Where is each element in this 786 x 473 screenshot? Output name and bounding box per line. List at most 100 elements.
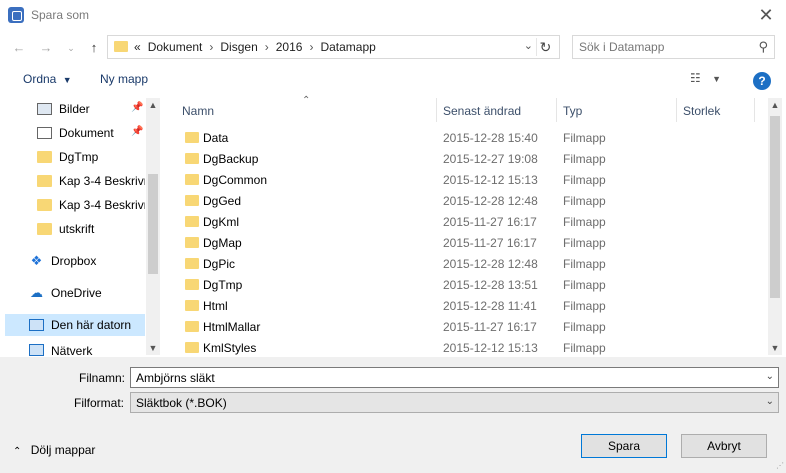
new-folder-button[interactable]: Ny mapp [100, 72, 148, 86]
nav-pane-scrollbar[interactable]: ▲ ▼ [146, 98, 160, 355]
recent-dropdown-icon[interactable]: ⌄ [62, 39, 80, 57]
nav-item-label: OneDrive [51, 286, 102, 300]
nav-item-onedrive[interactable]: ☁ OneDrive [5, 282, 145, 304]
file-row[interactable]: KmlStyles 2015-12-12 15:13 Filmapp [176, 338, 766, 359]
nav-item-kap-3-4-a[interactable]: Kap 3-4 Beskrivn [5, 170, 145, 192]
file-name: Html [203, 299, 228, 313]
file-row[interactable]: DgCommon 2015-12-12 15:13 Filmapp [176, 170, 766, 191]
folder-icon [37, 223, 52, 235]
folder-icon [37, 151, 52, 163]
breadcrumb-separator-icon[interactable]: › [309, 40, 313, 54]
column-divider[interactable] [754, 98, 755, 122]
onedrive-icon: ☁ [30, 285, 43, 300]
folder-icon [185, 342, 199, 353]
search-input[interactable] [579, 39, 749, 55]
save-button[interactable]: Spara [581, 434, 667, 458]
file-row[interactable]: Html 2015-12-28 11:41 Filmapp [176, 296, 766, 317]
breadcrumb-separator-icon[interactable]: › [209, 40, 213, 54]
file-row[interactable]: DgMap 2015-11-27 16:17 Filmapp [176, 233, 766, 254]
address-bar[interactable]: « Dokument › Disgen › 2016 › Datamapp ⌄ … [107, 35, 560, 59]
file-type: Filmapp [563, 299, 606, 313]
scroll-up-icon[interactable]: ▲ [770, 100, 780, 110]
file-type: Filmapp [563, 278, 606, 292]
column-divider[interactable] [436, 98, 437, 122]
file-row[interactable]: HtmlMallar 2015-11-27 16:17 Filmapp [176, 317, 766, 338]
breadcrumb-item[interactable]: 2016 [276, 40, 303, 54]
nav-item-dokument[interactable]: Dokument 📌 [5, 122, 145, 144]
forward-arrow-icon[interactable]: → [37, 39, 55, 57]
breadcrumb-item[interactable]: Disgen [220, 40, 257, 54]
column-header-size[interactable]: Storlek [683, 98, 720, 122]
file-type: Filmapp [563, 257, 606, 271]
file-row[interactable]: DgKml 2015-11-27 16:17 Filmapp [176, 212, 766, 233]
cancel-button[interactable]: Avbryt [681, 434, 767, 458]
nav-item-den-har-datorn[interactable]: Den här datorn [5, 314, 145, 336]
file-name: DgKml [203, 215, 240, 229]
chevron-down-icon[interactable]: ⌄ [766, 371, 774, 382]
folder-icon [185, 132, 199, 143]
folder-icon [185, 195, 199, 206]
folder-icon [37, 199, 52, 211]
file-name: DgTmp [203, 278, 243, 292]
resize-grip-icon[interactable]: ⋰ [776, 461, 784, 470]
scroll-down-icon[interactable]: ▼ [770, 343, 780, 353]
nav-item-dgtmp[interactable]: DgTmp [5, 146, 145, 168]
file-row[interactable]: DgPic 2015-12-28 12:48 Filmapp [176, 254, 766, 275]
scroll-up-icon[interactable]: ▲ [148, 100, 158, 110]
file-type: Filmapp [563, 173, 606, 187]
breadcrumb-item[interactable]: Dokument [148, 40, 203, 54]
file-row[interactable]: DgTmp 2015-12-28 13:51 Filmapp [176, 275, 766, 296]
folder-icon [185, 321, 199, 332]
navigation-bar: ← → ⌄ ↑ « Dokument › Disgen › 2016 › Dat… [0, 33, 786, 63]
chevron-down-icon: ▼ [712, 74, 722, 84]
chevron-up-icon: ⌃ [13, 446, 22, 457]
file-name: DgPic [203, 257, 236, 271]
file-name: DgGed [203, 194, 242, 208]
breadcrumb-overflow[interactable]: « [134, 40, 141, 54]
scrollbar-thumb[interactable] [148, 174, 158, 274]
nav-item-dropbox[interactable]: ❖ Dropbox [5, 250, 145, 272]
file-list-scrollbar[interactable]: ▲ ▼ [768, 98, 782, 355]
folder-icon [37, 175, 52, 187]
breadcrumb-separator-icon[interactable]: › [265, 40, 269, 54]
refresh-icon[interactable]: ↻ [536, 38, 554, 56]
column-header-name[interactable]: Namn [182, 98, 214, 122]
nav-item-bilder[interactable]: Bilder 📌 [5, 98, 145, 120]
nav-item-label: Kap 3-4 Beskrivn [59, 198, 145, 212]
search-icon[interactable]: ⚲ [758, 39, 768, 55]
view-options-button[interactable]: ☷ ▼ [690, 71, 730, 91]
file-type: Filmapp [563, 194, 606, 208]
nav-item-utskrift[interactable]: utskrift [5, 218, 145, 240]
hide-folders-label: Dölj mappar [30, 443, 96, 457]
organize-button[interactable]: Ordna ▼ [23, 72, 72, 86]
breadcrumb-item[interactable]: Datamapp [320, 40, 375, 54]
file-row[interactable]: DgGed 2015-12-28 12:48 Filmapp [176, 191, 766, 212]
chevron-down-icon[interactable]: ⌄ [524, 39, 533, 52]
folder-icon [185, 258, 199, 269]
back-arrow-icon[interactable]: ← [10, 39, 28, 57]
organize-label: Ordna [23, 72, 57, 86]
column-divider[interactable] [676, 98, 677, 122]
window-title: Spara som [31, 8, 90, 22]
column-header-type[interactable]: Typ [563, 98, 582, 122]
scrollbar-thumb[interactable] [770, 116, 780, 298]
file-row[interactable]: DgBackup 2015-12-27 19:08 Filmapp [176, 149, 766, 170]
pictures-icon [37, 103, 52, 115]
column-header-modified[interactable]: Senast ändrad [443, 98, 521, 122]
filename-value: Ambjörns släkt [136, 371, 215, 385]
column-divider[interactable] [556, 98, 557, 122]
file-row[interactable]: Data 2015-12-28 15:40 Filmapp [176, 128, 766, 149]
scroll-down-icon[interactable]: ▼ [148, 343, 158, 353]
folder-icon [114, 41, 128, 52]
close-icon[interactable]: ✕ [746, 0, 786, 31]
up-arrow-icon[interactable]: ↑ [85, 39, 103, 57]
chevron-down-icon: ▼ [62, 75, 72, 85]
filename-field[interactable]: Ambjörns släkt ⌄ [130, 367, 779, 388]
nav-item-kap-3-4-b[interactable]: Kap 3-4 Beskrivn [5, 194, 145, 216]
pin-icon[interactable]: 📌 [131, 126, 143, 137]
nav-item-natverk[interactable]: Nätverk [5, 344, 145, 356]
hide-folders-button[interactable]: ⌃ Dölj mappar [13, 443, 95, 457]
pin-icon[interactable]: 📌 [131, 102, 143, 113]
format-select[interactable]: Släktbok (*.BOK) ⌄ [130, 392, 779, 413]
help-icon[interactable]: ? [753, 72, 771, 90]
